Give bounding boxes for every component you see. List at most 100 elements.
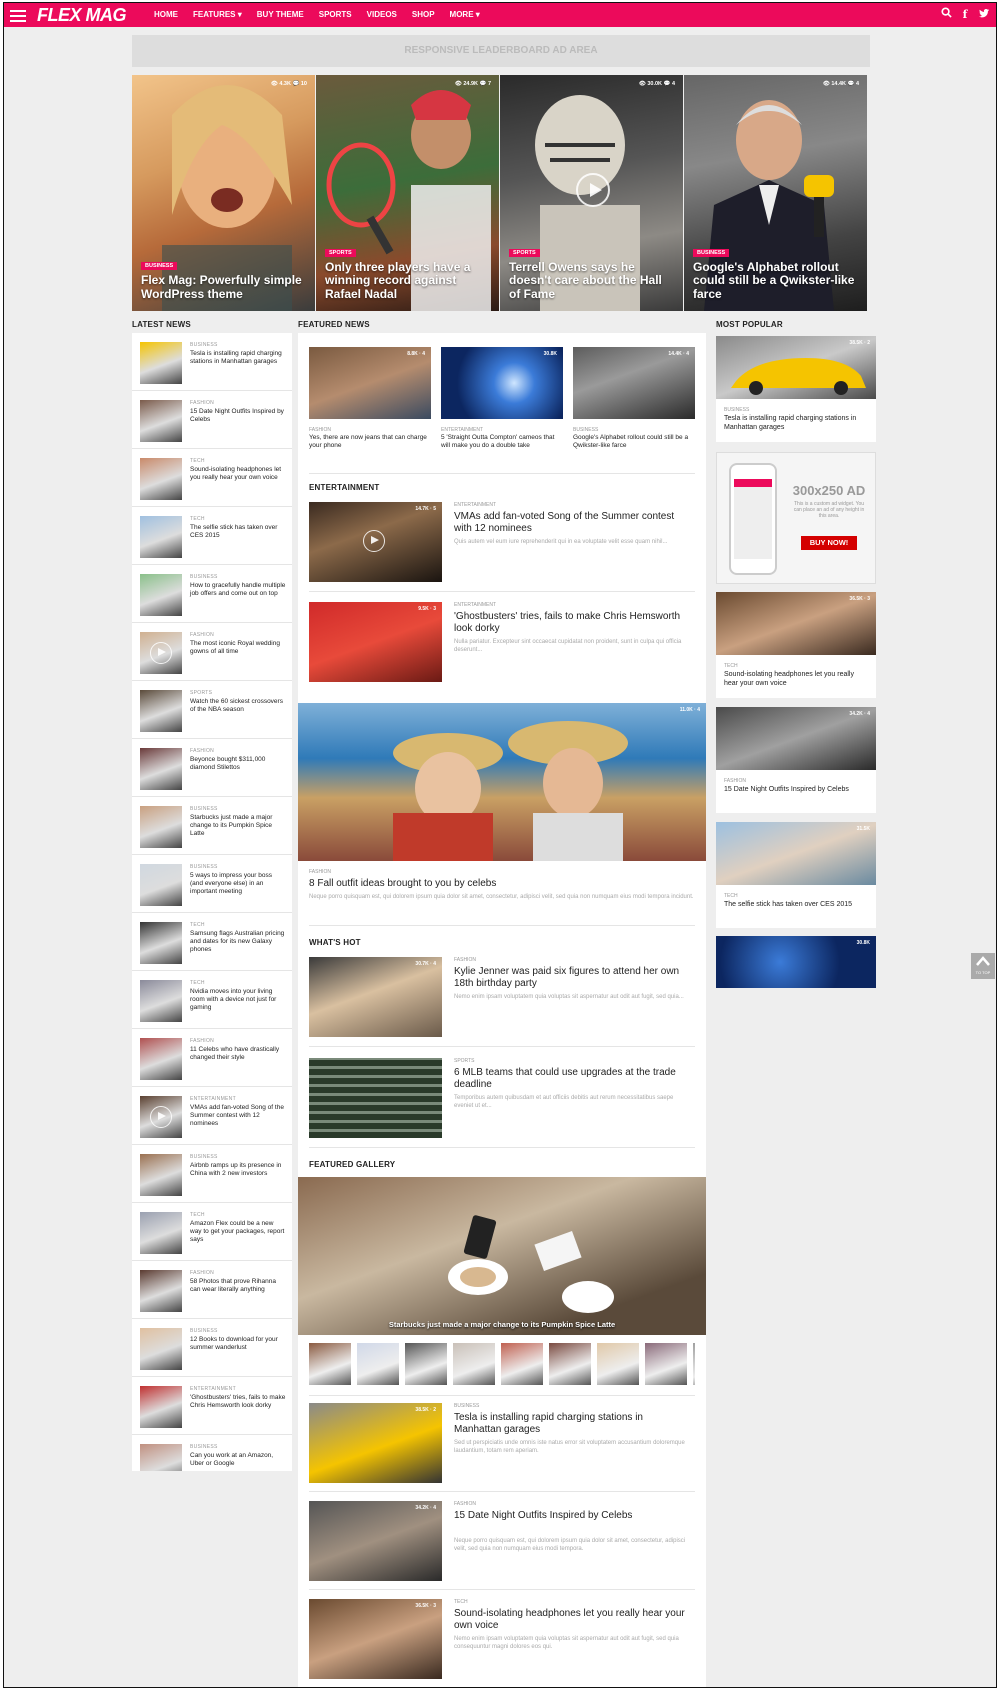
article-title[interactable]: Samsung flags Australian pricing and dat… [190, 930, 286, 954]
latest-news-item[interactable]: ENTERTAINMENT VMAs add fan-voted Song of … [132, 1087, 292, 1145]
article-title[interactable]: 11 Celebs who have drastically changed t… [190, 1046, 286, 1062]
gallery-thumbnail[interactable] [309, 1343, 351, 1385]
latest-news-item[interactable]: BUSINESS 12 Books to download for your su… [132, 1319, 292, 1377]
article-title[interactable]: Yes, there are now jeans that can charge… [309, 434, 431, 450]
category-badge[interactable]: SPORTS [325, 248, 356, 257]
article-category[interactable]: TECH [454, 1599, 468, 1605]
latest-news-item[interactable]: TECH Nvidia moves into your living room w… [132, 971, 292, 1029]
leaderboard-ad[interactable]: RESPONSIVE LEADERBOARD AD AREA [132, 35, 870, 67]
article-thumbnail[interactable] [140, 806, 182, 848]
article-thumbnail[interactable] [140, 1096, 182, 1138]
article-row[interactable]: 38.5K · 2 BUSINESS Tesla is installing rap… [309, 1403, 695, 1483]
play-icon[interactable] [150, 642, 172, 664]
latest-news-item[interactable]: BUSINESS Can you work at an Amazon, Uber … [132, 1435, 292, 1471]
buy-now-button[interactable]: BUY NOW! [801, 536, 857, 550]
article-category[interactable]: TECH [724, 663, 876, 669]
article-category[interactable]: FASHION [309, 869, 331, 875]
article-title[interactable]: Airbnb ramps up its presence in China wi… [190, 1162, 286, 1178]
article-category[interactable]: FASHION [309, 427, 431, 433]
article-title[interactable]: Kylie Jenner was paid six figures to att… [454, 966, 689, 990]
gallery-thumbnail[interactable] [405, 1343, 447, 1385]
article-thumbnail[interactable]: 30.7K · 4 [309, 957, 442, 1037]
gallery-thumbnail[interactable] [453, 1343, 495, 1385]
article-thumbnail[interactable]: 38.5K · 2 [716, 336, 876, 399]
latest-news-item[interactable]: FASHION 11 Celebs who have drastically ch… [132, 1029, 292, 1087]
popular-item[interactable]: 38.5K · 2 BUSINESS Tesla is installing r… [716, 336, 876, 442]
article-title[interactable]: 6 MLB teams that could use upgrades at t… [454, 1067, 689, 1091]
article-category[interactable]: TECH [724, 893, 876, 899]
article-category[interactable]: BUSINESS [190, 1154, 218, 1160]
article-category[interactable]: SPORTS [190, 690, 212, 696]
article-thumbnail[interactable]: 14.7K · 5 [309, 502, 442, 582]
article-category[interactable]: TECH [190, 980, 205, 986]
latest-news-item[interactable]: BUSINESS 5 ways to impress your boss (and… [132, 855, 292, 913]
article-title[interactable]: 12 Books to download for your summer wan… [190, 1336, 286, 1352]
site-logo[interactable]: FLEX MAG [37, 4, 127, 26]
article-category[interactable]: TECH [190, 458, 205, 464]
article-category[interactable]: ENTERTAINMENT [454, 502, 496, 508]
article-thumbnail[interactable] [140, 922, 182, 964]
article-thumbnail[interactable]: 14.4K · 4 [573, 347, 695, 419]
article-thumbnail[interactable] [140, 1386, 182, 1428]
article-thumbnail[interactable] [140, 1038, 182, 1080]
article-row[interactable]: SPORTS 6 MLB teams that could use upgrad… [309, 1058, 695, 1138]
search-icon[interactable] [938, 7, 954, 23]
article-title[interactable]: 58 Photos that prove Rihanna can wear li… [190, 1278, 286, 1294]
nav-item-features[interactable]: FEATURES ▾ [193, 3, 242, 27]
hero-card[interactable]: 👁 24.9K 💬 7 SPORTS Only three players hav… [316, 75, 499, 311]
big-feature-image[interactable]: 11.0K · 4 [298, 703, 706, 861]
article-row[interactable]: 36.5K · 3 TECH Sound-isolating headphones … [309, 1599, 695, 1679]
article-title[interactable]: Nvidia moves into your living room with … [190, 988, 286, 1012]
nav-item-sports[interactable]: SPORTS [319, 3, 352, 27]
article-title[interactable]: Tesla is installing rapid charging stati… [724, 414, 868, 432]
article-category[interactable]: BUSINESS [190, 864, 218, 870]
hamburger-menu-icon[interactable] [10, 7, 26, 23]
article-title[interactable]: How to gracefully handle multiple job of… [190, 582, 286, 598]
gallery-thumbnail[interactable] [597, 1343, 639, 1385]
article-thumbnail[interactable] [140, 1444, 182, 1471]
article-category[interactable]: BUSINESS [190, 1444, 218, 1450]
article-title[interactable]: The selfie stick has taken over CES 2015 [724, 900, 868, 909]
play-icon[interactable] [576, 173, 610, 207]
article-row[interactable]: 30.7K · 4 FASHION Kylie Jenner was paid … [309, 957, 695, 1037]
article-thumbnail[interactable]: 36.5K · 3 [716, 592, 876, 655]
article-title[interactable]: The most iconic Royal wedding gowns of a… [190, 640, 286, 656]
article-title[interactable]: 'Ghostbusters' tries, fails to make Chri… [190, 1394, 286, 1410]
category-badge[interactable]: BUSINESS [141, 262, 178, 270]
article-thumbnail[interactable]: 36.5K · 3 [309, 1599, 442, 1679]
latest-news-item[interactable]: TECH Sound-isolating headphones let you r… [132, 449, 292, 507]
article-thumbnail[interactable]: 38.5K · 2 [309, 1403, 442, 1483]
article-row[interactable]: 9.5K · 3 ENTERTAINMENT 'Ghostbusters' tr… [309, 602, 695, 682]
gallery-thumbnail[interactable] [501, 1343, 543, 1385]
category-badge[interactable]: SPORTS [509, 248, 540, 257]
featured-item[interactable]: 14.4K · 4 BUSINESS Google's Alphabet rol… [573, 347, 695, 450]
latest-news-item[interactable]: BUSINESS Airbnb ramps up its presence in … [132, 1145, 292, 1203]
latest-news-item[interactable]: BUSINESS Tesla is installing rapid chargi… [132, 333, 292, 391]
article-title[interactable]: Sound-isolating headphones let you reall… [454, 1608, 689, 1632]
article-category[interactable]: ENTERTAINMENT [190, 1386, 236, 1392]
article-category[interactable]: ENTERTAINMENT [454, 602, 496, 608]
article-category[interactable]: ENTERTAINMENT [441, 427, 563, 433]
nav-item-home[interactable]: HOME [154, 3, 178, 27]
article-category[interactable]: BUSINESS [190, 1328, 218, 1334]
article-thumbnail[interactable]: 30.8K [441, 347, 563, 419]
latest-news-item[interactable]: BUSINESS How to gracefully handle multipl… [132, 565, 292, 623]
facebook-icon[interactable]: f [957, 7, 973, 23]
latest-news-item[interactable]: TECH Samsung flags Australian pricing and… [132, 913, 292, 971]
article-thumbnail[interactable] [140, 864, 182, 906]
article-title[interactable]: Can you work at an Amazon, Uber or Googl… [190, 1452, 286, 1468]
article-category[interactable]: TECH [190, 1212, 205, 1218]
article-title[interactable]: Tesla is installing rapid charging stati… [190, 350, 286, 366]
article-category[interactable]: FASHION [454, 957, 476, 963]
article-title[interactable]: VMAs add fan-voted Song of the Summer co… [454, 511, 689, 535]
article-thumbnail[interactable] [140, 980, 182, 1022]
article-category[interactable]: BUSINESS [454, 1403, 479, 1409]
article-row[interactable]: 34.2K · 4 FASHION 15 Date Night Outfits In… [309, 1501, 695, 1581]
latest-news-item[interactable]: FASHION Beyonce bought $311,000 diamond S… [132, 739, 292, 797]
hero-title[interactable]: Only three players have a winning record… [325, 260, 491, 302]
article-title[interactable]: 15 Date Night Outfits Inspired by Celebs [724, 785, 868, 794]
popular-item[interactable]: 34.2K · 4 FASHION 15 Date Night Outfits … [716, 707, 876, 813]
article-thumbnail[interactable] [140, 748, 182, 790]
play-icon[interactable] [363, 530, 385, 552]
back-to-top-button[interactable]: TO TOP [971, 953, 995, 979]
